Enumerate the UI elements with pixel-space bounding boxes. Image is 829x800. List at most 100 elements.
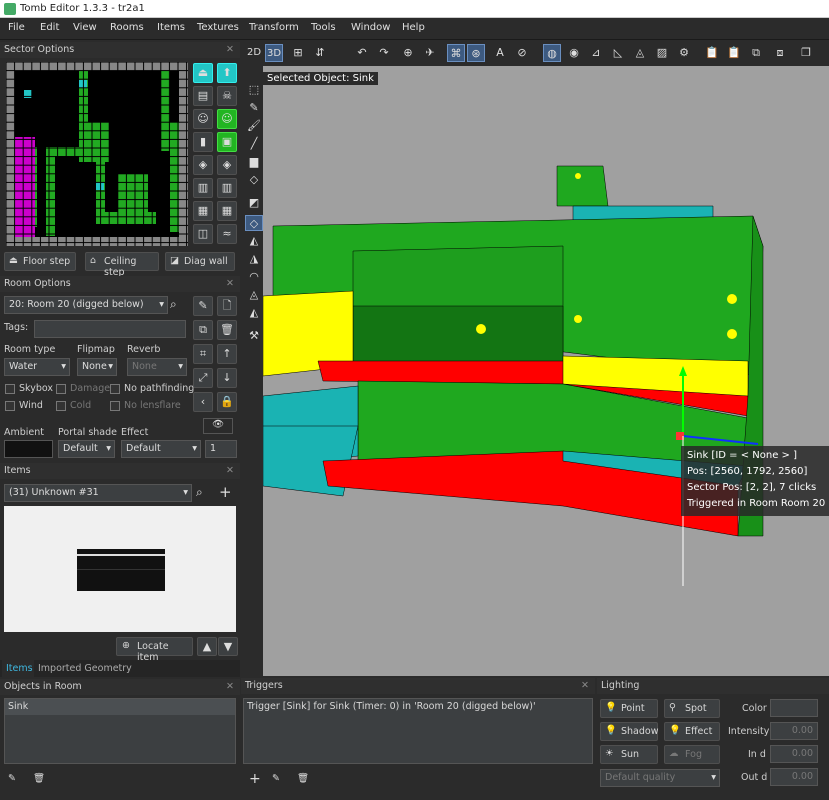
floor-tool-icon[interactable]: ⏏: [193, 63, 213, 83]
no-pathfinding-checkbox[interactable]: [110, 384, 120, 394]
ceiling-tool-icon[interactable]: ⬆: [217, 63, 237, 83]
cube-tool-icon[interactable]: ◫: [193, 224, 213, 244]
menu-file[interactable]: File: [8, 22, 25, 33]
flip-icon[interactable]: ⇵: [311, 44, 329, 62]
undo-icon[interactable]: ↶: [353, 44, 371, 62]
line-tool-icon[interactable]: ╱: [245, 136, 263, 152]
paint-tool-icon[interactable]: ▆: [245, 154, 263, 170]
mode-2d-button[interactable]: 2D: [245, 44, 263, 62]
eye-icon[interactable]: 👁: [203, 418, 233, 434]
picker-tool-icon[interactable]: ⚒: [245, 328, 263, 344]
search-icon[interactable]: ⌕: [170, 297, 177, 312]
quality-select[interactable]: Default quality ▾: [600, 769, 720, 787]
drop-tool-icon[interactable]: ◇: [245, 172, 263, 188]
beetle-tool-icon[interactable]: ▣: [217, 132, 237, 152]
sector-grid[interactable]: [6, 62, 188, 246]
menu-rooms[interactable]: Rooms: [110, 22, 144, 33]
copy-room-icon[interactable]: ⧉: [193, 320, 213, 340]
flyby-icon[interactable]: ✈: [421, 44, 439, 62]
menu-window[interactable]: Window: [351, 22, 390, 33]
room-select[interactable]: 20: Room 20 (digged below) ▾: [4, 296, 168, 314]
delete-room-icon[interactable]: 🗑: [217, 320, 237, 340]
room-type-select[interactable]: Water ▾: [4, 358, 70, 376]
fog-light-button[interactable]: ☁ Fog: [664, 745, 720, 764]
menu-edit[interactable]: Edit: [40, 22, 59, 33]
reverb-select[interactable]: None ▾: [127, 358, 187, 376]
triggers-list[interactable]: Trigger [Sink] for Sink (Timer: 0) in 'R…: [243, 698, 593, 764]
in-distance-input[interactable]: 0.00: [770, 745, 818, 763]
move-icon[interactable]: ⤢: [193, 368, 213, 388]
stairs-left-icon[interactable]: ▦: [193, 201, 213, 221]
list-item[interactable]: Sink: [5, 699, 235, 715]
trigger-tool-icon[interactable]: ◈: [217, 155, 237, 175]
flipmap-select[interactable]: None ▾: [77, 358, 117, 376]
triangle-up-icon[interactable]: ▲: [197, 637, 217, 656]
stairs-right-icon[interactable]: ▦: [217, 201, 237, 221]
add-item-icon[interactable]: +: [219, 483, 232, 501]
paste-icon[interactable]: 📋: [703, 44, 721, 62]
delete-trigger-icon[interactable]: 🗑: [297, 773, 309, 784]
menu-tools[interactable]: Tools: [311, 22, 336, 33]
terrain-tool-icon[interactable]: ◠: [245, 269, 263, 285]
back-icon[interactable]: ‹: [193, 392, 213, 412]
locate-item-button[interactable]: ⊕ Locate item: [116, 637, 193, 663]
close-icon[interactable]: ✕: [226, 44, 234, 55]
menu-transform[interactable]: Transform: [249, 22, 299, 33]
slide-toggle-icon[interactable]: ◺: [609, 44, 627, 62]
stamp-icon[interactable]: ⧈: [771, 44, 789, 62]
flatten-tool-icon[interactable]: ◮: [245, 251, 263, 267]
center-camera-icon[interactable]: ⊞: [289, 44, 307, 62]
portal-tool-icon[interactable]: ◈: [193, 155, 213, 175]
point-light-button[interactable]: 💡 Point: [600, 699, 658, 718]
copy-icon[interactable]: ⧉: [747, 44, 765, 62]
image-toggle-icon[interactable]: ▨: [653, 44, 671, 62]
redo-icon[interactable]: ↷: [375, 44, 393, 62]
lower-tool-icon[interactable]: ◭: [245, 305, 263, 321]
wall-tool-icon[interactable]: ▮: [193, 132, 213, 152]
crop-icon[interactable]: ⌗: [193, 344, 213, 364]
delete-object-icon[interactable]: 🗑: [33, 773, 45, 784]
menu-textures[interactable]: Textures: [197, 22, 239, 33]
lights-toggle-icon[interactable]: ⌘: [447, 44, 465, 62]
effect-select[interactable]: Default ▾: [121, 440, 201, 458]
select-tool-icon[interactable]: ⬚: [245, 82, 263, 98]
no-lensflare-checkbox[interactable]: [110, 401, 120, 411]
eraser-tool-icon[interactable]: ◩: [245, 195, 263, 211]
menu-help[interactable]: Help: [402, 22, 425, 33]
spot-light-button[interactable]: ⚲ Spot: [664, 699, 720, 718]
water-tool-icon[interactable]: ≈: [217, 224, 237, 244]
objects-list[interactable]: Sink: [4, 698, 236, 764]
intensity-input[interactable]: 0.00: [770, 722, 818, 740]
portal-shade-select[interactable]: Default ▾: [58, 440, 115, 458]
menu-items[interactable]: Items: [157, 22, 185, 33]
tab-imported-geometry[interactable]: Imported Geometry: [38, 663, 132, 674]
tags-input[interactable]: [34, 320, 186, 338]
room-render[interactable]: [263, 66, 829, 676]
close-icon[interactable]: ✕: [226, 465, 234, 476]
floor-step-button[interactable]: ⏏ Floor step: [4, 252, 76, 271]
crosshair-icon[interactable]: ⊕: [399, 44, 417, 62]
fog-toggle-icon[interactable]: ⊘: [513, 44, 531, 62]
close-icon[interactable]: ✕: [226, 681, 234, 692]
sun-light-button[interactable]: ☀ Sun: [600, 745, 658, 764]
close-icon[interactable]: ✕: [226, 278, 234, 289]
damage-checkbox[interactable]: [56, 384, 66, 394]
diag-wall-button[interactable]: ◪ Diag wall: [165, 252, 235, 271]
skybox-checkbox[interactable]: [5, 384, 15, 394]
raise-tool-icon[interactable]: ◬: [245, 287, 263, 303]
ceiling-step-button[interactable]: ⌂ Ceiling step: [85, 252, 159, 278]
effect-light-button[interactable]: 💡 Effect: [664, 722, 720, 741]
edit-trigger-icon[interactable]: ✎: [272, 773, 280, 784]
dump-toggle-icon[interactable]: ⊿: [587, 44, 605, 62]
lock-icon[interactable]: 🔒: [217, 392, 237, 412]
edit-object-icon[interactable]: ✎: [8, 773, 16, 784]
monkey-tool-icon[interactable]: ☺: [193, 109, 213, 129]
ghost-toggle-icon[interactable]: ◉: [565, 44, 583, 62]
box-tool-icon[interactable]: ▤: [193, 86, 213, 106]
texture-toggle-icon[interactable]: ◍: [543, 44, 561, 62]
add-trigger-icon[interactable]: +: [249, 771, 261, 787]
trigger-item[interactable]: Trigger [Sink] for Sink (Timer: 0) in 'R…: [247, 701, 536, 712]
climb-tool-icon[interactable]: ☺: [217, 109, 237, 129]
search-icon[interactable]: ⌕: [196, 485, 203, 500]
menu-view[interactable]: View: [73, 22, 97, 33]
